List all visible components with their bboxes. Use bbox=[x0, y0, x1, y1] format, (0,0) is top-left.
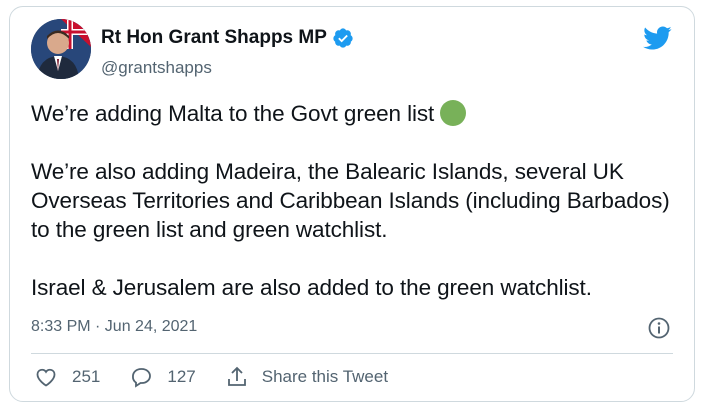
share-label: Share this Tweet bbox=[261, 367, 389, 386]
share-button[interactable]: Share this Tweet bbox=[225, 365, 388, 389]
tweet-card[interactable]: Rt Hon Grant Shapps MP @grantshapps We’r… bbox=[9, 6, 695, 402]
tweet-line-1: We’re adding Malta to the Govt green lis… bbox=[31, 101, 441, 126]
tweet-timestamp[interactable]: 8:33 PM · Jun 24, 2021 bbox=[31, 318, 197, 336]
avatar-image bbox=[31, 19, 91, 79]
tweet-text: We’re adding Malta to the Govt green lis… bbox=[31, 99, 681, 302]
like-button[interactable]: 251 bbox=[34, 365, 100, 389]
name-row[interactable]: Rt Hon Grant Shapps MP bbox=[101, 27, 354, 49]
heart-icon bbox=[36, 368, 56, 387]
verified-badge-icon bbox=[333, 28, 353, 48]
avatar[interactable] bbox=[31, 19, 91, 79]
display-name[interactable]: Rt Hon Grant Shapps MP bbox=[101, 27, 327, 49]
tweet-paragraph-3: Israel & Jerusalem are also added to the… bbox=[31, 275, 592, 300]
divider bbox=[31, 353, 673, 354]
green-circle-emoji bbox=[440, 100, 467, 126]
reply-button[interactable]: 127 bbox=[129, 365, 196, 389]
share-icon bbox=[227, 366, 246, 386]
reply-count: 127 bbox=[167, 367, 196, 386]
info-icon[interactable] bbox=[647, 316, 671, 340]
action-bar: 251 127 Share this Tweet bbox=[34, 365, 417, 389]
twitter-bird-icon[interactable] bbox=[642, 23, 672, 53]
user-handle[interactable]: @grantshapps bbox=[101, 58, 212, 78]
tweet-paragraph-2: We’re also adding Madeira, the Balearic … bbox=[31, 159, 670, 242]
like-count: 251 bbox=[72, 367, 101, 386]
reply-icon bbox=[132, 368, 152, 388]
